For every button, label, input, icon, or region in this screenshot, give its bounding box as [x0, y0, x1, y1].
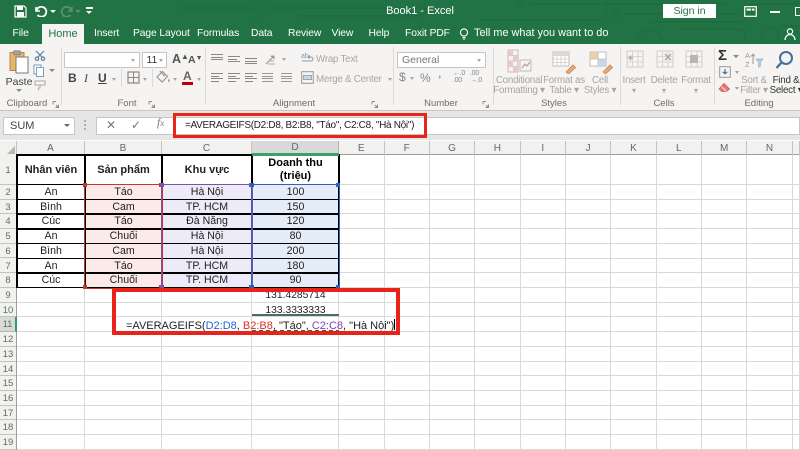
svg-text:Z: Z [745, 60, 750, 69]
svg-text:A: A [745, 51, 750, 60]
svg-text:ab: ab [301, 53, 309, 60]
